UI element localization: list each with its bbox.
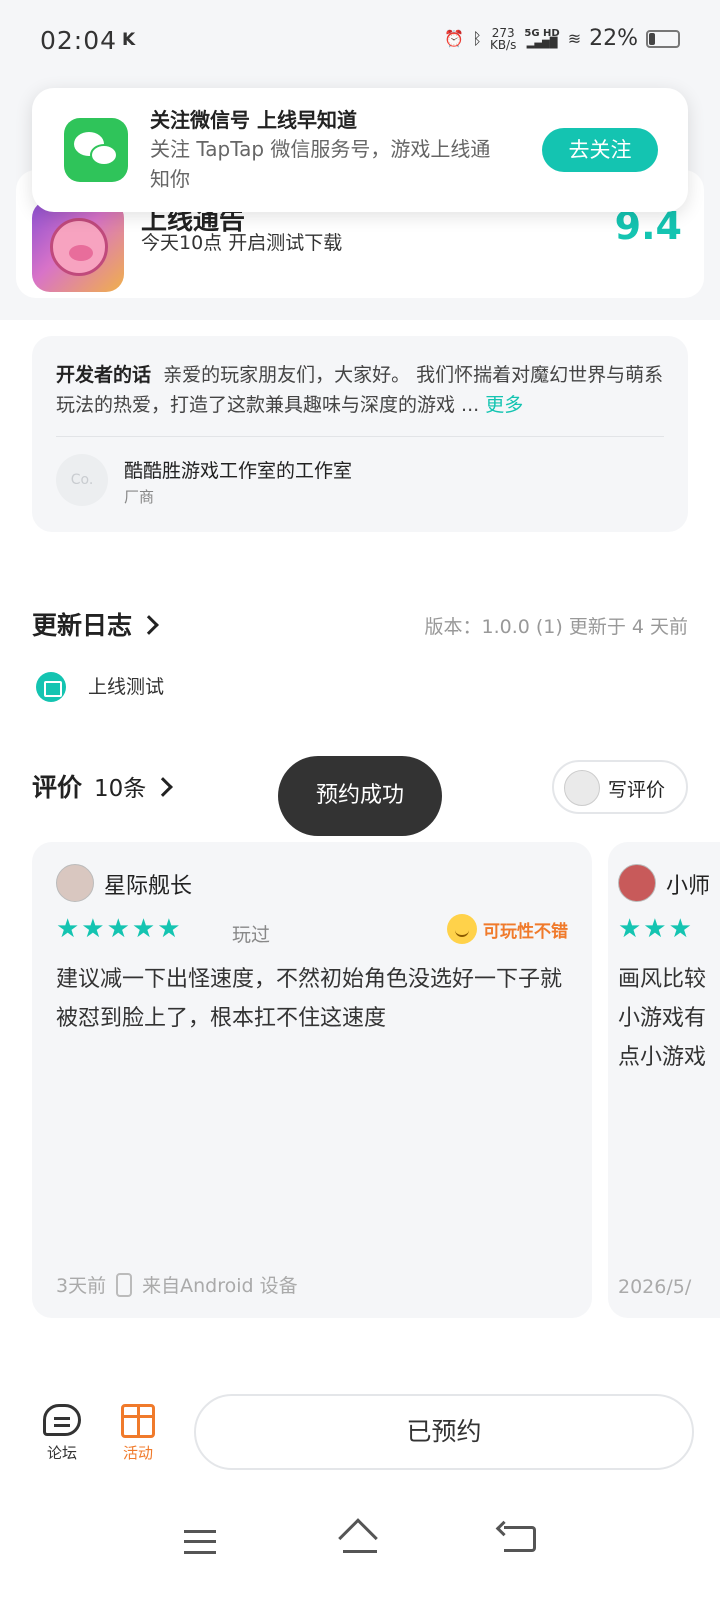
chevron-right-icon — [153, 777, 174, 797]
gift-icon — [121, 1404, 155, 1438]
review-device: 来自Android 设备 — [142, 1275, 298, 1297]
review-card[interactable]: 小师 ★★★ 画风比较小游戏有点小游戏 2026/5/ — [608, 842, 720, 1318]
wifi-icon: ≋ — [567, 29, 582, 48]
popup-description: 关注 TapTap 微信服务号，游戏上线通知你 — [150, 137, 491, 191]
review-card[interactable]: 星际舰长 ★★★★★ 玩过 可玩性不错 建议减一下出怪速度，不然初始角色没选好一… — [32, 842, 592, 1318]
review-footer: 3天前 来自Android 设备 — [56, 1271, 298, 1298]
review-tag: 可玩性不错 — [447, 914, 568, 944]
wechat-follow-popup[interactable]: 关注微信号 上线早知道 关注 TapTap 微信服务号，游戏上线通知你 去关注 — [32, 88, 688, 212]
menu-icon[interactable] — [184, 1530, 216, 1554]
activity-tab[interactable]: 活动 — [108, 1404, 168, 1463]
star-rating: ★★★ — [618, 914, 694, 944]
app-launch-info: 今天10点 开启测试下载 — [141, 232, 343, 254]
review-text: 画风比较小游戏有点小游戏 — [618, 967, 707, 1070]
star-rating: ★★★★★ — [56, 914, 183, 944]
forum-icon — [43, 1404, 81, 1436]
review-time: 3天前 — [56, 1275, 107, 1297]
review-time: 2026/5/ — [618, 1276, 692, 1298]
home-icon[interactable] — [338, 1518, 380, 1558]
developer-card[interactable]: 开发者的话 亲爱的玩家朋友们，大家好。 我们怀揣着对魔幻世界与萌系玩法的热爱，打… — [32, 336, 688, 532]
clock: 02:04 — [40, 26, 118, 55]
alarm-icon: ⏰ — [444, 29, 465, 48]
network-speed: 273 KB/s — [489, 25, 517, 52]
divider — [56, 436, 664, 437]
signal-icon: 5G HD ▂▄▆█ — [524, 27, 560, 49]
reviewer-avatar[interactable] — [618, 864, 656, 902]
battery-percent: 22% — [589, 26, 638, 51]
reviewer-name[interactable]: 小师 — [666, 868, 710, 900]
review-text: 建议减一下出怪速度，不然初始角色没选好一下子就被怼到脸上了，根本扛不住这速度 — [56, 967, 563, 1031]
reviews-header[interactable]: 评价 10条 — [32, 768, 174, 804]
follow-button[interactable]: 去关注 — [542, 128, 658, 172]
studio-avatar[interactable]: Co. — [56, 454, 108, 506]
phone-icon — [116, 1272, 133, 1297]
battery-icon — [646, 29, 680, 48]
app-detail-page: 02:04 K ⏰ ᛒ 273 KB/s 5G HD ▂▄▆█ ≋ 22% 上线… — [0, 0, 720, 1605]
back-icon[interactable] — [504, 1526, 536, 1552]
popup-title: 关注微信号 上线早知道 — [150, 108, 357, 132]
calendar-icon — [36, 672, 66, 702]
reservation-success-toast: 预约成功 — [278, 756, 442, 836]
bottom-action-bar: 论坛 活动 已预约 — [0, 1370, 720, 1490]
pig-mascot-icon — [50, 218, 108, 276]
status-icons: ⏰ ᛒ 273 KB/s 5G HD ▂▄▆█ ≋ 22% — [444, 26, 680, 51]
update-log-header[interactable]: 更新日志 — [32, 606, 159, 642]
write-review-button[interactable]: 写评价 — [552, 760, 688, 814]
reviewer-avatar[interactable] — [56, 864, 94, 902]
status-bar: 02:04 K ⏰ ᛒ 273 KB/s 5G HD ▂▄▆█ ≋ 22% — [0, 0, 720, 84]
reserved-button[interactable]: 已预约 — [194, 1394, 694, 1470]
more-link[interactable]: 更多 — [485, 394, 523, 416]
app-icon[interactable] — [32, 200, 124, 292]
played-label: 玩过 — [232, 924, 271, 946]
wechat-icon — [64, 118, 128, 182]
review-count: 10条 — [94, 776, 147, 802]
smile-icon — [447, 914, 477, 944]
developer-note: 开发者的话 亲爱的玩家朋友们，大家好。 我们怀揣着对魔幻世界与萌系玩法的热爱，打… — [56, 360, 668, 420]
system-navigation-bar — [0, 1490, 720, 1605]
review-footer: 2026/5/ — [618, 1276, 691, 1298]
forum-tab[interactable]: 论坛 — [32, 1404, 92, 1463]
bluetooth-icon: ᛒ — [472, 29, 482, 48]
user-avatar — [564, 770, 600, 806]
studio-role: 厂商 — [124, 488, 155, 506]
developer-note-label: 开发者的话 — [56, 364, 152, 386]
chevron-right-icon — [139, 615, 159, 635]
version-info: 版本：1.0.0 (1) 更新于 4 天前 — [424, 616, 688, 638]
studio-name[interactable]: 酷酷胜游戏工作室的工作室 — [124, 456, 352, 483]
update-log-item: 上线测试 — [88, 676, 165, 698]
k-notification-icon: K — [122, 30, 136, 50]
reviewer-name[interactable]: 星际舰长 — [104, 868, 192, 900]
